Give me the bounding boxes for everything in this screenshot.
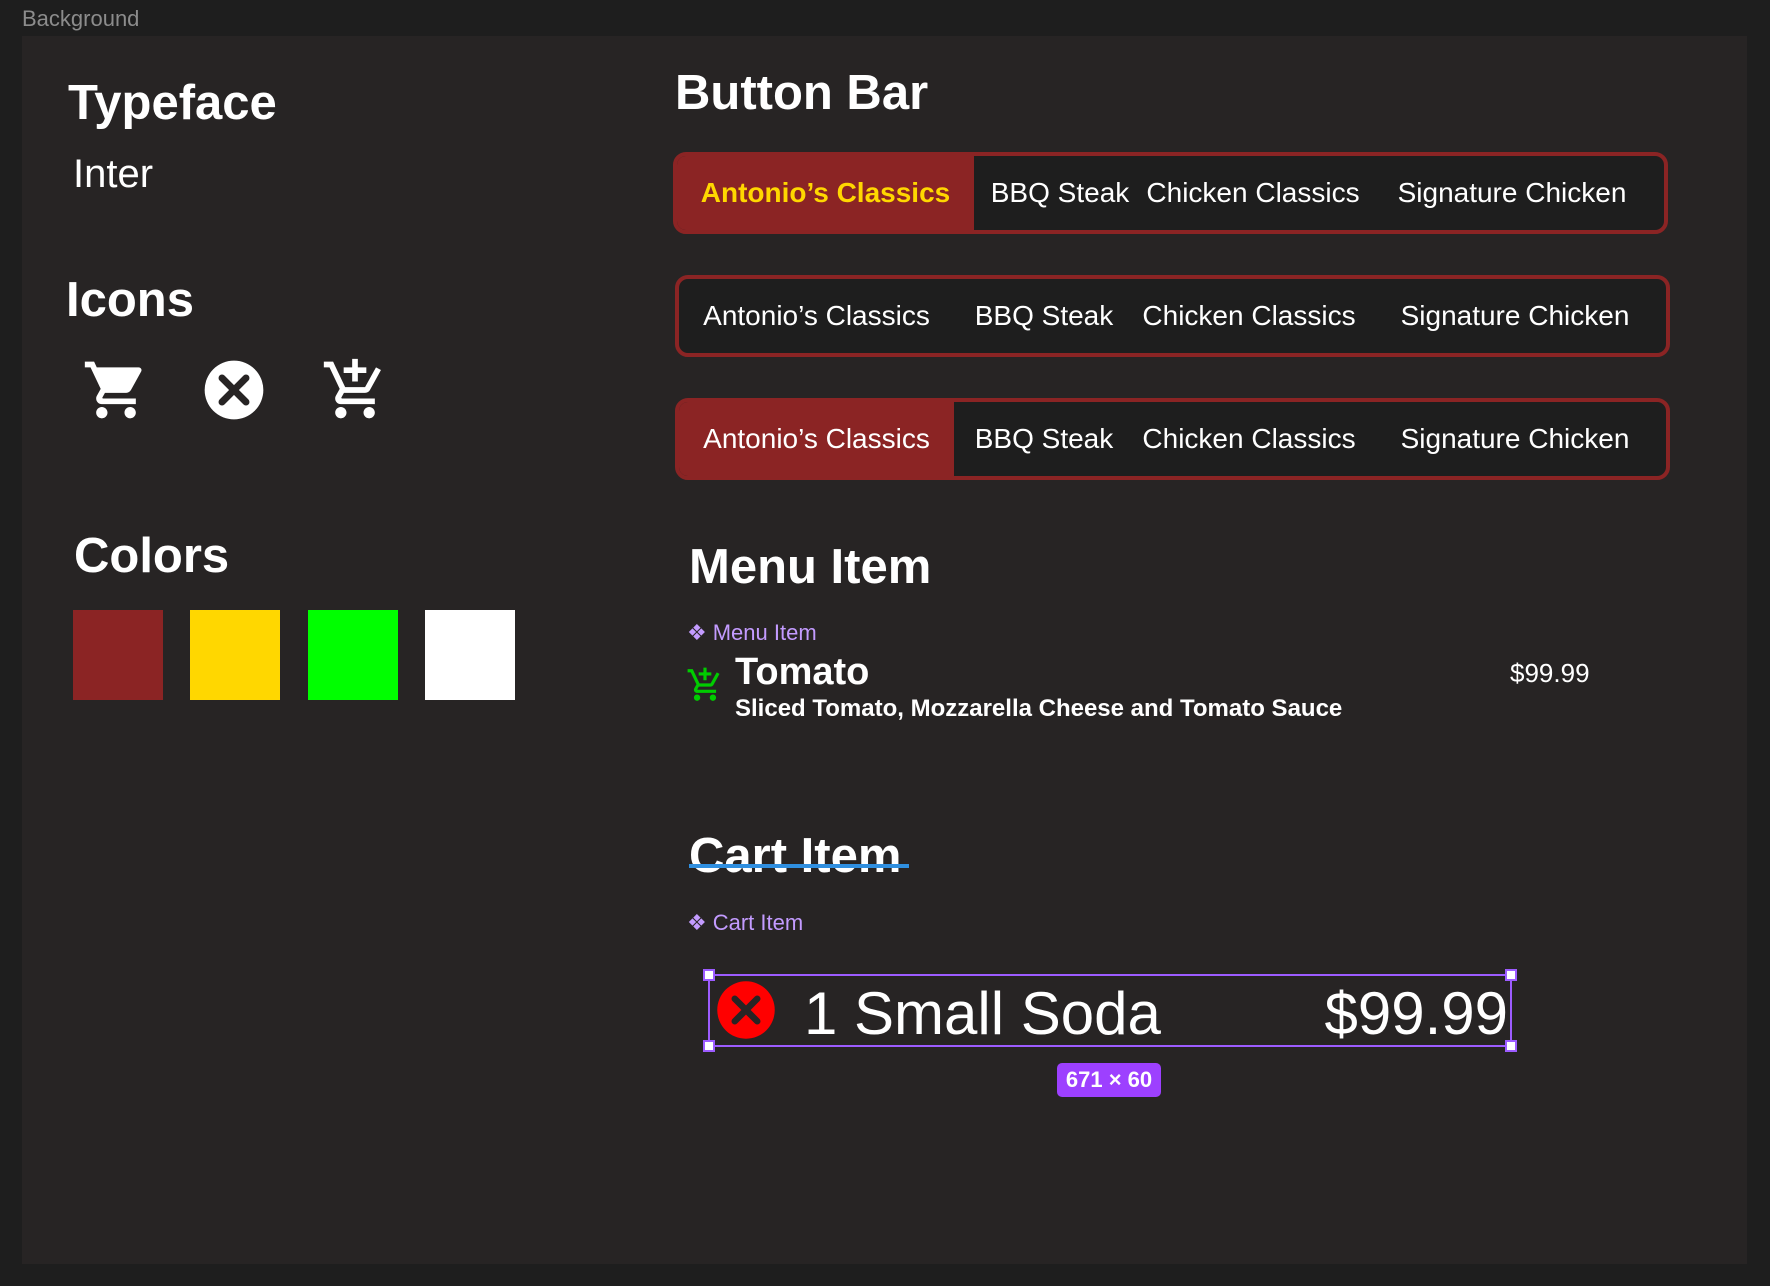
menu-item-component-label: Menu Item (712, 620, 817, 645)
bar-button-signature-chicken[interactable]: Signature Chicken (1364, 402, 1666, 476)
button-bar-variant-2: Antonio’s Classics BBQ Steak Chicken Cla… (675, 275, 1670, 357)
remove-icon[interactable] (716, 980, 776, 1040)
add-to-cart-icon[interactable] (686, 666, 724, 704)
cart-item-text: 1 Small Soda (804, 980, 1161, 1047)
bar-button-chicken-classics[interactable]: Chicken Classics (1134, 279, 1364, 353)
button-bar-heading: Button Bar (675, 66, 929, 120)
bar-button-antonios-classics[interactable]: Antonio’s Classics (679, 279, 954, 353)
cart-item-component-label: Cart Item (712, 910, 804, 935)
resize-handle-bottom-left[interactable] (703, 1040, 715, 1052)
cart-icon (82, 356, 150, 424)
resize-handle-top-left[interactable] (703, 969, 715, 981)
colors-heading: Colors (74, 529, 230, 583)
cart-item-heading: Cart Item (689, 829, 902, 883)
resize-handle-bottom-right[interactable] (1505, 1040, 1517, 1052)
cart-item-price: $99.99 (1324, 980, 1508, 1047)
bar-button-bbq-steak[interactable]: BBQ Steak (954, 279, 1134, 353)
bar-button-chicken-classics[interactable]: Chicken Classics (1134, 402, 1364, 476)
bar-button-signature-chicken[interactable]: Signature Chicken (1360, 156, 1664, 230)
color-swatch-yellow (190, 610, 280, 700)
bar-button-antonios-classics[interactable]: Antonio’s Classics (677, 156, 974, 230)
component-icon: ❖ (687, 910, 707, 935)
color-swatch-white (425, 610, 515, 700)
design-canvas: Typeface Inter Icons Colors Button Bar A… (22, 36, 1747, 1264)
color-swatch-green (308, 610, 398, 700)
button-bar-variant-1: Antonio’s Classics BBQ Steak Chicken Cla… (673, 152, 1668, 234)
menu-item-description: Sliced Tomato, Mozzarella Cheese and Tom… (735, 695, 1343, 722)
cart-item-component-tag: ❖ Cart Item (687, 910, 803, 936)
add-to-cart-icon (321, 356, 389, 424)
bar-button-chicken-classics[interactable]: Chicken Classics (1146, 156, 1360, 230)
component-icon: ❖ (687, 620, 707, 645)
menu-item-component-tag: ❖ Menu Item (687, 620, 817, 646)
bar-button-bbq-steak[interactable]: BBQ Steak (954, 402, 1134, 476)
cart-heading-underline (689, 864, 909, 868)
bar-button-bbq-steak[interactable]: BBQ Steak (974, 156, 1146, 230)
bar-button-signature-chicken[interactable]: Signature Chicken (1364, 279, 1666, 353)
color-swatch-red (73, 610, 163, 700)
typeface-name: Inter (73, 152, 154, 196)
close-circle-icon (202, 358, 266, 422)
frame-label: Background (22, 6, 140, 31)
icons-heading: Icons (66, 273, 194, 327)
menu-item-name: Tomato (735, 651, 870, 693)
bar-button-antonios-classics[interactable]: Antonio’s Classics (679, 402, 954, 476)
typeface-heading: Typeface (68, 76, 277, 130)
cart-item-row[interactable]: 1 Small Soda $99.99 (703, 969, 1517, 1052)
dimensions-badge: 671 × 60 (1057, 1063, 1161, 1097)
button-bar-variant-3: Antonio’s Classics BBQ Steak Chicken Cla… (675, 398, 1670, 480)
menu-item-heading: Menu Item (689, 540, 932, 594)
resize-handle-top-right[interactable] (1505, 969, 1517, 981)
menu-item-price: $99.99 (1510, 658, 1590, 688)
